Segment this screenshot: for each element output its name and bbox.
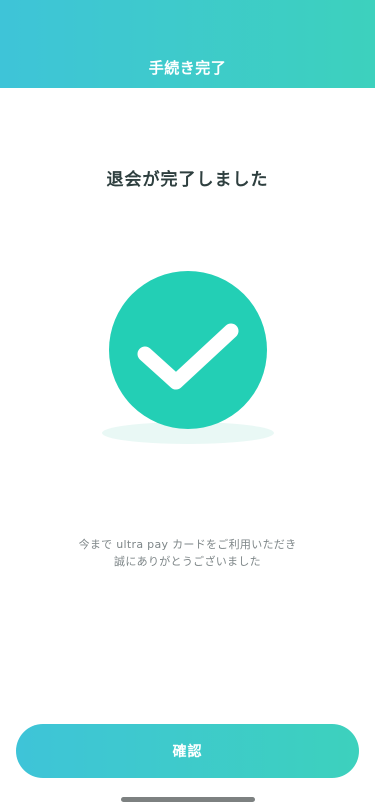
check-circle [109,271,267,429]
completion-heading: 退会が完了しました [106,170,269,190]
withdrawal-complete-screen: 手続き完了 退会が完了しました 今まで ultra pay カードをご利用いただ… [0,0,375,812]
check-circle-icon [102,271,274,444]
confirm-button[interactable]: 確認 [16,724,359,778]
header-bar: 手続き完了 [0,0,375,88]
home-indicator[interactable] [121,797,255,802]
message-line-2: 誠にありがとうございました [114,555,261,568]
header-title: 手続き完了 [148,59,227,77]
message-line-1: 今まで ultra pay カードをご利用いただき [78,538,297,551]
thank-you-message: 今まで ultra pay カードをご利用いただき 誠にありがとうございました [0,536,375,570]
